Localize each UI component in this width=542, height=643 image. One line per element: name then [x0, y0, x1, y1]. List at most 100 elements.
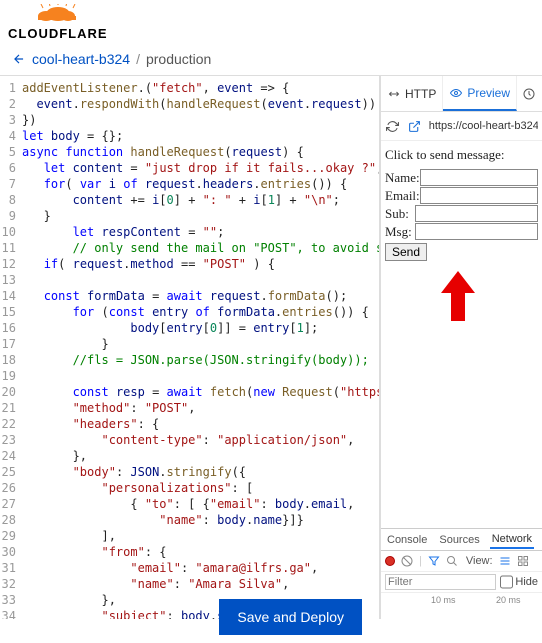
code-line[interactable]: 25 "body": JSON.stringify({ — [0, 464, 379, 480]
line-content[interactable]: let body = {}; — [22, 128, 123, 144]
record-button[interactable] — [385, 556, 395, 566]
line-content[interactable]: let respContent = ""; — [22, 224, 224, 240]
preview-url[interactable]: https://cool-heart-b324 — [429, 120, 538, 132]
msg-field[interactable] — [415, 223, 538, 240]
line-content[interactable]: let content = "just drop if it fails...o… — [22, 160, 379, 176]
code-line[interactable]: 19 — [0, 368, 379, 384]
code-line[interactable]: 24 }, — [0, 448, 379, 464]
line-number: 28 — [0, 512, 22, 528]
line-content[interactable]: "content-type": "application/json", — [22, 432, 354, 448]
code-line[interactable]: 17 } — [0, 336, 379, 352]
line-content[interactable]: "body": JSON.stringify({ — [22, 464, 246, 480]
code-line[interactable]: 22 "headers": { — [0, 416, 379, 432]
code-line[interactable]: 15 for (const entry of formData.entries(… — [0, 304, 379, 320]
line-content[interactable]: "personalizations": [ — [22, 480, 253, 496]
url-bar: https://cool-heart-b324 — [381, 112, 542, 141]
filter-icon[interactable] — [428, 555, 440, 567]
cloudflare-logo: CLOUDFLARE — [0, 0, 542, 43]
hide-checkbox-wrap[interactable]: Hide — [500, 574, 538, 590]
line-content[interactable]: if( request.method == "POST" ) { — [22, 256, 275, 272]
save-deploy-button[interactable]: Save and Deploy — [219, 599, 362, 635]
network-timeline[interactable]: 10 ms 20 ms — [381, 593, 542, 619]
search-icon[interactable] — [446, 555, 458, 567]
code-line[interactable]: 4let body = {}; — [0, 128, 379, 144]
line-content[interactable]: for (const entry of formData.entries()) … — [22, 304, 369, 320]
line-content[interactable]: // only send the mail on "POST", to avoi… — [22, 240, 379, 256]
code-line[interactable]: 3}) — [0, 112, 379, 128]
line-content[interactable]: const resp = await fetch(new Request("ht… — [22, 384, 379, 400]
breadcrumb-separator: / — [136, 51, 140, 67]
line-content[interactable]: { "to": [ {"email": body.email, — [22, 496, 354, 512]
tab-http[interactable]: HTTP — [381, 76, 443, 111]
code-line[interactable]: 16 body[entry[0]] = entry[1]; — [0, 320, 379, 336]
line-content[interactable]: "name": "Amara Silva", — [22, 576, 289, 592]
code-line[interactable]: 1addEventListener.("fetch", event => { — [0, 80, 379, 96]
code-line[interactable]: 18 //fls = JSON.parse(JSON.stringify(bod… — [0, 352, 379, 368]
line-content[interactable]: }, — [22, 592, 116, 608]
code-line[interactable]: 12 if( request.method == "POST" ) { — [0, 256, 379, 272]
code-line[interactable]: 26 "personalizations": [ — [0, 480, 379, 496]
line-content[interactable]: } — [22, 208, 51, 224]
devtools-filter-input[interactable] — [385, 574, 496, 590]
line-content[interactable]: "method": "POST", — [22, 400, 195, 416]
code-line[interactable]: 13 — [0, 272, 379, 288]
code-line[interactable]: 23 "content-type": "application/json", — [0, 432, 379, 448]
send-button[interactable]: Send — [385, 243, 427, 261]
code-line[interactable]: 30 "from": { — [0, 544, 379, 560]
code-line[interactable]: 6 let content = "just drop if it fails..… — [0, 160, 379, 176]
code-line[interactable]: 10 let respContent = ""; — [0, 224, 379, 240]
code-line[interactable]: 20 const resp = await fetch(new Request(… — [0, 384, 379, 400]
devtools-tab-console[interactable]: Console — [385, 532, 429, 548]
name-label: Name: — [385, 170, 420, 186]
grid-view-icon[interactable] — [517, 555, 529, 567]
tab-preview[interactable]: Preview — [443, 76, 517, 111]
line-number: 3 — [0, 112, 22, 128]
line-content[interactable]: addEventListener.("fetch", event => { — [22, 80, 289, 96]
code-editor[interactable]: 1addEventListener.("fetch", event => {2 … — [0, 76, 380, 619]
clear-icon[interactable] — [401, 555, 413, 567]
refresh-button[interactable] — [385, 118, 401, 134]
line-content[interactable]: //fls = JSON.parse(JSON.stringify(body))… — [22, 352, 369, 368]
timeline-tick-2: 20 ms — [496, 595, 521, 605]
line-content[interactable]: "from": { — [22, 544, 167, 560]
tab-more[interactable] — [517, 76, 541, 111]
code-line[interactable]: 7 for( var i of request.headers.entries(… — [0, 176, 379, 192]
hide-checkbox[interactable] — [500, 574, 513, 590]
line-content[interactable]: "email": "amara@ilfrs.ga", — [22, 560, 318, 576]
code-line[interactable]: 14 const formData = await request.formDa… — [0, 288, 379, 304]
eye-icon — [449, 87, 463, 99]
code-line[interactable]: 9 } — [0, 208, 379, 224]
code-line[interactable]: 28 "name": body.name}]} — [0, 512, 379, 528]
name-field[interactable] — [420, 169, 538, 186]
line-content[interactable]: for( var i of request.headers.entries())… — [22, 176, 347, 192]
line-number: 1 — [0, 80, 22, 96]
line-content[interactable]: "headers": { — [22, 416, 159, 432]
line-content[interactable]: body[entry[0]] = entry[1]; — [22, 320, 318, 336]
line-content[interactable]: content += i[0] + ": " + i[1] + "\n"; — [22, 192, 340, 208]
code-line[interactable]: 8 content += i[0] + ": " + i[1] + "\n"; — [0, 192, 379, 208]
code-line[interactable]: 21 "method": "POST", — [0, 400, 379, 416]
code-line[interactable]: 2 event.respondWith(handleRequest(event.… — [0, 96, 379, 112]
back-link[interactable]: cool-heart-b324 — [12, 51, 130, 67]
code-line[interactable]: 31 "email": "amara@ilfrs.ga", — [0, 560, 379, 576]
sub-field[interactable] — [415, 205, 538, 222]
line-content[interactable]: }) — [22, 112, 36, 128]
line-content[interactable]: const formData = await request.formData(… — [22, 288, 347, 304]
line-content[interactable]: }, — [22, 448, 87, 464]
code-line[interactable]: 5async function handleRequest(request) { — [0, 144, 379, 160]
devtools-tab-sources[interactable]: Sources — [437, 532, 481, 548]
list-view-icon[interactable] — [499, 555, 511, 567]
email-field[interactable] — [420, 187, 538, 204]
code-line[interactable]: 29 ], — [0, 528, 379, 544]
line-content[interactable]: event.respondWith(handleRequest(event.re… — [22, 96, 379, 112]
arrow-left-icon — [12, 52, 26, 66]
code-line[interactable]: 27 { "to": [ {"email": body.email, — [0, 496, 379, 512]
open-external-button[interactable] — [407, 118, 423, 134]
line-content[interactable]: ], — [22, 528, 116, 544]
code-line[interactable]: 32 "name": "Amara Silva", — [0, 576, 379, 592]
line-content[interactable]: } — [22, 336, 109, 352]
line-content[interactable]: "name": body.name}]} — [22, 512, 304, 528]
line-content[interactable]: async function handleRequest(request) { — [22, 144, 304, 160]
code-line[interactable]: 11 // only send the mail on "POST", to a… — [0, 240, 379, 256]
devtools-tab-network[interactable]: Network — [490, 531, 534, 549]
